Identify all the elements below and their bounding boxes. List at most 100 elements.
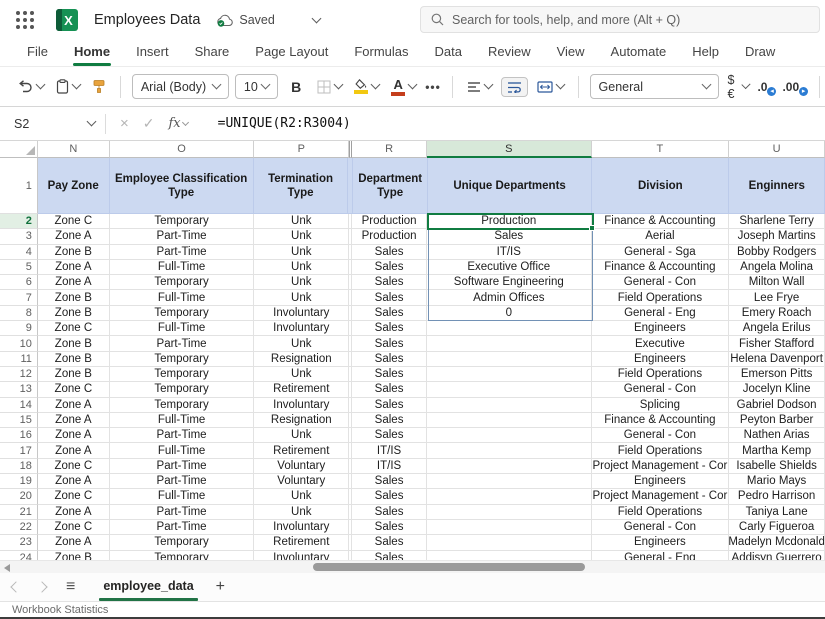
cell-T6[interactable]: General - Con	[592, 275, 730, 290]
cancel-button[interactable]: ×	[120, 115, 129, 132]
cell-P23[interactable]: Retirement	[254, 535, 349, 550]
cell-T12[interactable]: Field Operations	[592, 367, 730, 382]
cell-O10[interactable]: Part-Time	[110, 336, 255, 351]
menu-item-view[interactable]: View	[544, 40, 598, 66]
cell-N15[interactable]: Zone A	[38, 413, 110, 428]
cell-O6[interactable]: Temporary	[110, 275, 255, 290]
cell-T18[interactable]: Project Management - Cor	[592, 459, 730, 474]
cell-P8[interactable]: Involuntary	[254, 306, 349, 321]
scroll-left-arrow-icon[interactable]	[4, 564, 10, 572]
menu-item-formulas[interactable]: Formulas	[341, 40, 421, 66]
cell-O17[interactable]: Full-Time	[110, 443, 255, 458]
cell-U10[interactable]: Fisher Stafford	[729, 336, 825, 351]
column-header-T[interactable]: T	[592, 141, 730, 158]
cell-T17[interactable]: Field Operations	[592, 443, 730, 458]
column-header-N[interactable]: N	[38, 141, 110, 158]
cell-T15[interactable]: Finance & Accounting	[592, 413, 730, 428]
bold-button[interactable]: B	[284, 77, 308, 97]
cell-S3[interactable]: Sales	[427, 229, 592, 244]
cell-U23[interactable]: Madelyn Mcdonald	[729, 535, 825, 550]
sheet-list-menu-icon[interactable]: ≡	[66, 578, 75, 596]
cell-P17[interactable]: Retirement	[254, 443, 349, 458]
title-chevron-down-icon[interactable]	[311, 13, 321, 23]
cell-R8[interactable]: Sales	[352, 306, 427, 321]
cell-T10[interactable]: Executive	[592, 336, 730, 351]
cell-R22[interactable]: Sales	[352, 520, 427, 535]
cell-S10[interactable]	[427, 336, 592, 351]
header-cell-U1[interactable]: Enginners	[729, 158, 825, 214]
cell-R23[interactable]: Sales	[352, 535, 427, 550]
more-options-button[interactable]: •••	[425, 80, 441, 94]
cell-S15[interactable]	[427, 413, 592, 428]
cell-R16[interactable]: Sales	[352, 428, 427, 443]
cell-S12[interactable]	[427, 367, 592, 382]
cell-R4[interactable]: Sales	[352, 245, 427, 260]
cell-U18[interactable]: Isabelle Shields	[729, 459, 825, 474]
cell-U15[interactable]: Peyton Barber	[729, 413, 825, 428]
row-number-8[interactable]: 8	[0, 306, 38, 321]
row-number-7[interactable]: 7	[0, 290, 38, 305]
cell-O16[interactable]: Part-Time	[110, 428, 255, 443]
cell-S6[interactable]: Software Engineering	[427, 275, 592, 290]
cell-N20[interactable]: Zone C	[38, 489, 110, 504]
menu-item-help[interactable]: Help	[679, 40, 732, 66]
cell-O2[interactable]: Temporary	[110, 214, 255, 229]
cell-S9[interactable]	[427, 321, 592, 336]
cell-P9[interactable]: Involuntary	[254, 321, 349, 336]
cell-N16[interactable]: Zone A	[38, 428, 110, 443]
header-cell-N1[interactable]: Pay Zone	[38, 158, 110, 214]
cell-N4[interactable]: Zone B	[38, 245, 110, 260]
add-sheet-button[interactable]: +	[216, 578, 225, 596]
cell-R3[interactable]: Production	[352, 229, 427, 244]
cell-T22[interactable]: General - Con	[592, 520, 730, 535]
cell-N22[interactable]: Zone C	[38, 520, 110, 535]
cell-N10[interactable]: Zone B	[38, 336, 110, 351]
cell-P15[interactable]: Resignation	[254, 413, 349, 428]
cell-O18[interactable]: Part-Time	[110, 459, 255, 474]
cell-U5[interactable]: Angela Molina	[729, 260, 825, 275]
row-number-9[interactable]: 9	[0, 321, 38, 336]
alignment-button[interactable]	[464, 77, 495, 97]
cell-T23[interactable]: Engineers	[592, 535, 730, 550]
document-title[interactable]: Employees Data	[94, 12, 200, 28]
cell-P21[interactable]: Unk	[254, 505, 349, 520]
decrease-decimal-button[interactable]: .00 ▸	[782, 80, 808, 94]
cell-P12[interactable]: Unk	[254, 367, 349, 382]
cell-O23[interactable]: Temporary	[110, 535, 255, 550]
horizontal-scrollbar-thumb[interactable]	[313, 563, 585, 571]
cell-U13[interactable]: Jocelyn Kline	[729, 382, 825, 397]
cell-P2[interactable]: Unk	[254, 214, 349, 229]
cell-U21[interactable]: Taniya Lane	[729, 505, 825, 520]
column-header-P[interactable]: P	[254, 141, 349, 158]
cell-U11[interactable]: Helena Davenport	[729, 352, 825, 367]
font-size-select[interactable]: 10	[235, 74, 278, 99]
cell-R12[interactable]: Sales	[352, 367, 427, 382]
cell-R24[interactable]: Sales	[352, 551, 427, 560]
cell-S19[interactable]	[427, 474, 592, 489]
cell-U24[interactable]: Addisyn Guerrero	[729, 551, 825, 560]
cell-U9[interactable]: Angela Erilus	[729, 321, 825, 336]
menu-item-page-layout[interactable]: Page Layout	[242, 40, 341, 66]
cell-T9[interactable]: Engineers	[592, 321, 730, 336]
cell-O15[interactable]: Full-Time	[110, 413, 255, 428]
cell-T14[interactable]: Splicing	[592, 398, 730, 413]
cell-T2[interactable]: Finance & Accounting	[592, 214, 730, 229]
row-number-5[interactable]: 5	[0, 260, 38, 275]
cell-O9[interactable]: Full-Time	[110, 321, 255, 336]
enter-button[interactable]: ✓	[143, 115, 155, 132]
cell-O13[interactable]: Temporary	[110, 382, 255, 397]
cell-T5[interactable]: Finance & Accounting	[592, 260, 730, 275]
menu-item-data[interactable]: Data	[422, 40, 475, 66]
menu-item-draw[interactable]: Draw	[732, 40, 788, 66]
currency-format-button[interactable]: $€	[725, 69, 752, 105]
cell-U7[interactable]: Lee Frye	[729, 290, 825, 305]
cell-S18[interactable]	[427, 459, 592, 474]
cell-R15[interactable]: Sales	[352, 413, 427, 428]
cell-N21[interactable]: Zone A	[38, 505, 110, 520]
row-number-15[interactable]: 15	[0, 413, 38, 428]
select-all-corner[interactable]	[0, 141, 38, 158]
header-cell-O1[interactable]: Employee Classification Type	[110, 158, 254, 214]
cell-P19[interactable]: Voluntary	[254, 474, 349, 489]
search-input[interactable]: Search for tools, help, and more (Alt + …	[420, 6, 820, 33]
undo-button[interactable]	[14, 76, 47, 98]
